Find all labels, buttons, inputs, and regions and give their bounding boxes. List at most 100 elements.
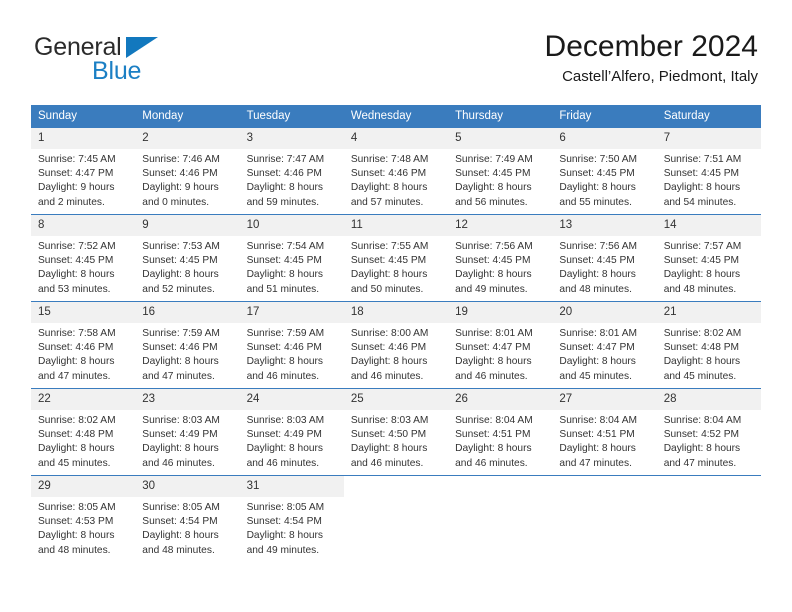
daylight-text: Daylight: 8 hours and 47 minutes.	[663, 443, 741, 469]
sunrise-text: Sunrise: 7:51 AM	[663, 154, 742, 165]
day-details: Sunrise: 8:01 AM Sunset: 4:47 PM Daylight:…	[448, 323, 552, 384]
general-blue-logo[interactable]: General Blue	[34, 34, 214, 92]
calendar-day-cell[interactable]: 27 Sunrise: 8:04 AM Sunset: 4:51 PM Dayligh…	[552, 388, 657, 476]
calendar-day-cell[interactable]: 23 Sunrise: 8:03 AM Sunset: 4:49 PM Dayligh…	[135, 388, 240, 476]
day-number: 13	[552, 215, 657, 236]
sunrise-text: Sunrise: 8:05 AM	[142, 502, 220, 513]
daylight-text: Daylight: 8 hours and 56 minutes.	[455, 182, 532, 208]
sunset-text: Sunset: 4:46 PM	[246, 342, 322, 354]
day-number	[656, 476, 761, 497]
calendar-body: 1 Sunrise: 7:45 AM Sunset: 4:47 PM Daylight…	[31, 127, 761, 562]
calendar-day-cell[interactable]: 17 Sunrise: 7:59 AM Sunset: 4:46 PM Dayligh…	[239, 301, 344, 389]
day-details: Sunrise: 8:02 AM Sunset: 4:48 PM Daylight:…	[657, 323, 761, 384]
sunrise-text: Sunrise: 7:56 AM	[455, 241, 533, 252]
sunrise-text: Sunrise: 7:56 AM	[559, 241, 637, 252]
day-details: Sunrise: 7:55 AM Sunset: 4:45 PM Daylight:…	[344, 236, 448, 297]
day-cell-inner	[343, 476, 449, 562]
calendar-day-cell[interactable]: 13 Sunrise: 7:56 AM Sunset: 4:45 PM Dayligh…	[552, 214, 657, 302]
day-details: Sunrise: 8:02 AM Sunset: 4:48 PM Daylight:…	[31, 410, 135, 471]
calendar-day-cell[interactable]: 8 Sunrise: 7:52 AM Sunset: 4:45 PM Daylight…	[31, 214, 136, 302]
day-cell-inner: 22 Sunrise: 8:02 AM Sunset: 4:48 PM Dayligh…	[31, 389, 136, 475]
calendar-day-cell[interactable]: 26 Sunrise: 8:04 AM Sunset: 4:51 PM Dayligh…	[448, 388, 553, 476]
calendar-day-cell[interactable]: 9 Sunrise: 7:53 AM Sunset: 4:45 PM Daylight…	[135, 214, 240, 302]
daylight-text: Daylight: 8 hours and 48 minutes.	[38, 530, 115, 556]
weekday-header-sunday: Sunday	[31, 105, 136, 128]
day-number: 11	[343, 215, 449, 236]
day-number: 12	[448, 215, 553, 236]
day-number: 29	[31, 476, 136, 497]
daylight-text: Daylight: 8 hours and 49 minutes.	[246, 530, 324, 556]
calendar-day-cell[interactable]: 18 Sunrise: 8:00 AM Sunset: 4:46 PM Dayligh…	[343, 301, 449, 389]
day-details: Sunrise: 8:05 AM Sunset: 4:54 PM Daylight:…	[240, 497, 344, 558]
calendar-day-cell[interactable]: 31 Sunrise: 8:05 AM Sunset: 4:54 PM Dayligh…	[239, 475, 344, 562]
calendar-day-cell[interactable]: 4 Sunrise: 7:48 AM Sunset: 4:46 PM Daylight…	[343, 127, 449, 215]
calendar-day-cell[interactable]: 7 Sunrise: 7:51 AM Sunset: 4:45 PM Daylight…	[656, 127, 761, 215]
day-cell-inner: 12 Sunrise: 7:56 AM Sunset: 4:45 PM Dayligh…	[448, 215, 553, 301]
calendar-week-row: 1 Sunrise: 7:45 AM Sunset: 4:47 PM Daylight…	[31, 127, 761, 215]
calendar-day-cell[interactable]: 30 Sunrise: 8:05 AM Sunset: 4:54 PM Dayligh…	[135, 475, 240, 562]
calendar-day-cell[interactable]: 3 Sunrise: 7:47 AM Sunset: 4:46 PM Daylight…	[239, 127, 344, 215]
day-cell-inner: 7 Sunrise: 7:51 AM Sunset: 4:45 PM Daylight…	[656, 128, 761, 214]
day-details: Sunrise: 8:03 AM Sunset: 4:49 PM Daylight:…	[135, 410, 239, 471]
day-cell-inner: 19 Sunrise: 8:01 AM Sunset: 4:47 PM Dayligh…	[448, 302, 553, 388]
day-cell-inner: 16 Sunrise: 7:59 AM Sunset: 4:46 PM Dayligh…	[135, 302, 240, 388]
calendar-day-cell[interactable]: 24 Sunrise: 8:03 AM Sunset: 4:49 PM Dayligh…	[239, 388, 344, 476]
daylight-text: Daylight: 8 hours and 45 minutes.	[38, 443, 115, 469]
calendar-day-cell[interactable]: 22 Sunrise: 8:02 AM Sunset: 4:48 PM Dayligh…	[31, 388, 136, 476]
day-number: 10	[239, 215, 344, 236]
day-number: 2	[135, 128, 240, 149]
day-cell-inner: 17 Sunrise: 7:59 AM Sunset: 4:46 PM Dayligh…	[239, 302, 344, 388]
calendar-day-cell[interactable]: 16 Sunrise: 7:59 AM Sunset: 4:46 PM Dayligh…	[135, 301, 240, 389]
day-details: Sunrise: 7:49 AM Sunset: 4:45 PM Daylight:…	[448, 149, 552, 210]
day-cell-inner	[552, 476, 657, 562]
daylight-text: Daylight: 8 hours and 48 minutes.	[559, 269, 636, 295]
day-cell-inner: 5 Sunrise: 7:49 AM Sunset: 4:45 PM Daylight…	[448, 128, 553, 214]
calendar-day-cell[interactable]: 2 Sunrise: 7:46 AM Sunset: 4:46 PM Daylight…	[135, 127, 240, 215]
sunrise-text: Sunrise: 7:45 AM	[38, 154, 116, 165]
day-cell-inner: 13 Sunrise: 7:56 AM Sunset: 4:45 PM Dayligh…	[552, 215, 657, 301]
sunset-text: Sunset: 4:48 PM	[38, 429, 114, 441]
calendar-day-cell[interactable]: 29 Sunrise: 8:05 AM Sunset: 4:53 PM Dayligh…	[31, 475, 136, 562]
sunrise-text: Sunrise: 8:01 AM	[455, 328, 533, 339]
calendar-day-cell[interactable]: 11 Sunrise: 7:55 AM Sunset: 4:45 PM Dayligh…	[343, 214, 449, 302]
calendar-day-cell[interactable]: 15 Sunrise: 7:58 AM Sunset: 4:46 PM Dayligh…	[31, 301, 136, 389]
calendar-day-cell[interactable]: 1 Sunrise: 7:45 AM Sunset: 4:47 PM Daylight…	[31, 127, 136, 215]
calendar-day-cell[interactable]: 5 Sunrise: 7:49 AM Sunset: 4:45 PM Daylight…	[448, 127, 553, 215]
daylight-text: Daylight: 8 hours and 47 minutes.	[559, 443, 636, 469]
day-number: 16	[135, 302, 240, 323]
day-cell-inner: 9 Sunrise: 7:53 AM Sunset: 4:45 PM Daylight…	[135, 215, 240, 301]
day-details: Sunrise: 8:04 AM Sunset: 4:51 PM Daylight:…	[552, 410, 656, 471]
calendar-day-cell[interactable]: 25 Sunrise: 8:03 AM Sunset: 4:50 PM Dayligh…	[343, 388, 449, 476]
calendar-header-row: Sunday Monday Tuesday Wednesday Thursday…	[31, 105, 761, 128]
day-cell-inner: 25 Sunrise: 8:03 AM Sunset: 4:50 PM Dayligh…	[343, 389, 449, 475]
day-cell-inner: 14 Sunrise: 7:57 AM Sunset: 4:45 PM Dayligh…	[656, 215, 761, 301]
title-block: December 2024 Castell’Alfero, Piedmont, …	[545, 28, 758, 88]
calendar-week-row: 22 Sunrise: 8:02 AM Sunset: 4:48 PM Dayligh…	[31, 388, 761, 476]
sunrise-text: Sunrise: 8:03 AM	[246, 415, 325, 426]
calendar-day-cell[interactable]: 10 Sunrise: 7:54 AM Sunset: 4:45 PM Dayligh…	[239, 214, 344, 302]
daylight-text: Daylight: 9 hours and 2 minutes.	[38, 182, 115, 208]
sunrise-text: Sunrise: 8:02 AM	[663, 328, 742, 339]
calendar-day-cell[interactable]: 6 Sunrise: 7:50 AM Sunset: 4:45 PM Daylight…	[552, 127, 657, 215]
daylight-text: Daylight: 8 hours and 46 minutes.	[246, 443, 324, 469]
day-number: 3	[239, 128, 344, 149]
daylight-text: Daylight: 8 hours and 46 minutes.	[350, 443, 428, 469]
day-details: Sunrise: 7:45 AM Sunset: 4:47 PM Daylight:…	[31, 149, 135, 210]
calendar-day-cell[interactable]: 20 Sunrise: 8:01 AM Sunset: 4:47 PM Dayligh…	[552, 301, 657, 389]
calendar-day-cell[interactable]: 21 Sunrise: 8:02 AM Sunset: 4:48 PM Dayligh…	[656, 301, 761, 389]
day-details: Sunrise: 7:56 AM Sunset: 4:45 PM Daylight:…	[448, 236, 552, 297]
day-number: 26	[448, 389, 553, 410]
calendar-day-cell[interactable]: 28 Sunrise: 8:04 AM Sunset: 4:52 PM Dayligh…	[656, 388, 761, 476]
day-cell-inner: 20 Sunrise: 8:01 AM Sunset: 4:47 PM Dayligh…	[552, 302, 657, 388]
day-cell-inner: 23 Sunrise: 8:03 AM Sunset: 4:49 PM Dayligh…	[135, 389, 240, 475]
calendar-day-cell[interactable]: 14 Sunrise: 7:57 AM Sunset: 4:45 PM Dayligh…	[656, 214, 761, 302]
daylight-text: Daylight: 8 hours and 48 minutes.	[663, 269, 741, 295]
sunset-text: Sunset: 4:46 PM	[142, 342, 218, 354]
calendar-day-cell[interactable]: 19 Sunrise: 8:01 AM Sunset: 4:47 PM Dayligh…	[448, 301, 553, 389]
sunrise-text: Sunrise: 7:58 AM	[38, 328, 116, 339]
calendar-day-cell[interactable]: 12 Sunrise: 7:56 AM Sunset: 4:45 PM Dayligh…	[448, 214, 553, 302]
weekday-header-tuesday: Tuesday	[239, 105, 344, 128]
day-details: Sunrise: 8:04 AM Sunset: 4:52 PM Daylight:…	[657, 410, 761, 471]
daylight-text: Daylight: 8 hours and 48 minutes.	[142, 530, 219, 556]
daylight-text: Daylight: 8 hours and 55 minutes.	[559, 182, 636, 208]
